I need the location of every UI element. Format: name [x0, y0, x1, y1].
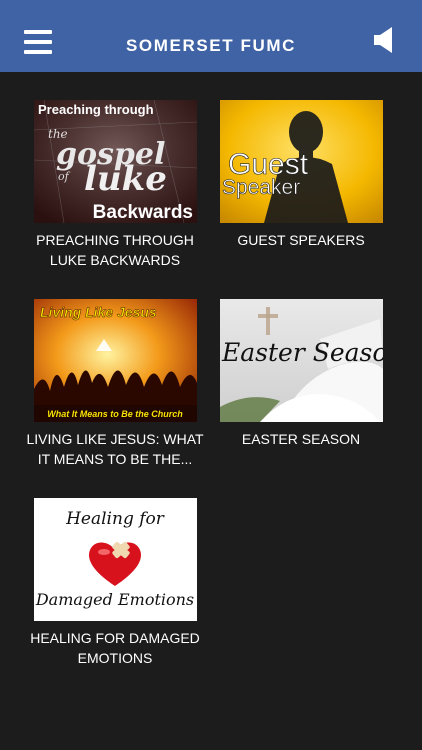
series-image-guest-speakers: Guest Speaker [220, 100, 383, 223]
series-image-easter-season: Easter Season [220, 299, 383, 422]
luke-image-text-luke: luke [84, 159, 167, 199]
series-image-luke: Preaching through the gospel of luke Bac… [34, 100, 197, 223]
series-caption: PREACHING THROUGH LUKE BACKWARDS [36, 232, 194, 268]
app-title: SOMERSET FUMC [125, 36, 297, 55]
series-caption: EASTER SEASON [241, 431, 361, 447]
luke-image-text-bottom: Backwards [93, 202, 193, 223]
easter-image-text: Easter Season [221, 338, 383, 367]
jesus-image-text-top: Living Like Jesus [40, 304, 157, 320]
app-header: SOMERSET FUMC [0, 0, 422, 72]
series-image-living-like-jesus: Living Like Jesus What It Means to Be th… [34, 299, 197, 422]
healing-image-text-bottom: Damaged Emotions [35, 590, 194, 609]
guest-image-text-2: Speaker [222, 176, 300, 199]
hamburger-menu-icon [24, 30, 52, 34]
sound-button[interactable] [372, 26, 396, 54]
luke-image-text-top: Preaching through [38, 102, 154, 117]
series-caption: GUEST SPEAKERS [237, 232, 365, 248]
speaker-icon [374, 27, 392, 53]
healing-image-text-top: Healing for [65, 509, 165, 529]
series-image-healing: Healing for Damaged Emotions [34, 498, 197, 621]
series-caption: HEALING FOR DAMAGED EMOTIONS [30, 630, 200, 666]
series-grid: Preaching through the gospel of luke Bac… [0, 72, 422, 750]
series-caption: LIVING LIKE JESUS: WHAT IT MEANS TO BE T… [26, 431, 204, 467]
jesus-image-text-bottom: What It Means to Be the Church [47, 409, 183, 419]
